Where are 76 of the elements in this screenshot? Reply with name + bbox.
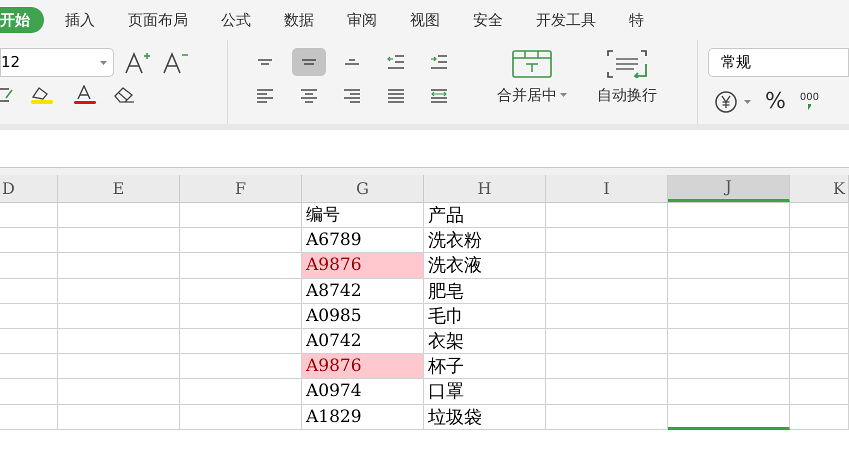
empty-cell <box>790 228 849 254</box>
border-icon[interactable] <box>0 86 14 104</box>
align-center-icon <box>298 89 319 103</box>
table-cell: A8742 <box>302 278 424 304</box>
empty-cell <box>790 354 849 380</box>
empty-cell <box>0 304 58 329</box>
column-header[interactable]: K <box>790 175 849 202</box>
align-top-icon <box>255 59 275 65</box>
ribbon-tab[interactable]: 插入 <box>53 6 107 34</box>
currency-icon[interactable] <box>714 90 738 114</box>
caret-icon <box>560 93 567 98</box>
empty-cell <box>790 404 849 430</box>
caret-icon <box>100 60 107 64</box>
column-header[interactable]: F <box>180 175 302 202</box>
table-cell: 产品 <box>424 203 546 228</box>
empty-cell <box>0 278 58 304</box>
column-header[interactable]: G <box>302 175 424 202</box>
empty-cell <box>790 304 849 329</box>
column-header[interactable]: D <box>0 175 58 202</box>
comma-icon <box>807 104 812 110</box>
ribbon-tab[interactable]: 特 <box>617 6 656 34</box>
column-header[interactable]: J <box>668 175 790 202</box>
column-header[interactable]: E <box>58 175 180 202</box>
text-wrap-icon <box>607 50 647 78</box>
merge-label: 合并居中 <box>497 85 557 106</box>
empty-cell <box>790 278 849 304</box>
number-format-field[interactable]: 常规 <box>708 48 849 77</box>
empty-cell <box>0 253 58 279</box>
align-indent-icon <box>429 55 450 69</box>
empty-cell <box>0 328 58 354</box>
empty-cell <box>0 404 58 430</box>
ribbon-tab[interactable]: 视图 <box>398 6 452 34</box>
align-distributed-icon <box>429 89 450 103</box>
ribbon-tab[interactable]: 页面布局 <box>116 6 200 34</box>
align-justify-icon <box>386 89 406 103</box>
auto-wrap-button[interactable]: 自动换行 <box>582 48 672 106</box>
align-left-icon <box>255 89 275 103</box>
font-color-icon[interactable] <box>72 85 98 105</box>
table-cell: 洗衣液 <box>424 253 546 279</box>
table-cell: A1829 <box>302 404 424 430</box>
table-cell: A0974 <box>302 379 424 404</box>
empty-cell <box>0 379 58 404</box>
font-size-field[interactable]: 12 <box>0 48 114 77</box>
ribbon-tab[interactable]: 开发工具 <box>524 6 608 34</box>
ribbon-tab[interactable]: 公式 <box>209 6 263 34</box>
table-cell: 洗衣粉 <box>424 228 546 254</box>
thousands-button[interactable]: 000 <box>800 93 819 110</box>
table-cell: 杯子 <box>424 354 546 380</box>
ribbon-tab[interactable]: 数据 <box>272 6 326 34</box>
increase-font-icon[interactable] <box>124 50 152 74</box>
decrease-font-icon[interactable] <box>162 50 190 74</box>
percent-button[interactable]: % <box>765 85 786 118</box>
align-right-icon <box>342 89 362 103</box>
column-header[interactable]: H <box>424 175 546 202</box>
caret-icon <box>744 100 751 104</box>
merge-center-button[interactable]: 合并居中 <box>482 48 582 106</box>
table-cell: 口罩 <box>424 379 546 404</box>
font-size-value: 12 <box>1 52 20 74</box>
ribbon-tab[interactable]: 安全 <box>461 6 515 34</box>
empty-cell <box>0 354 58 380</box>
alignment-button[interactable] <box>292 48 326 76</box>
merge-cells-icon <box>512 50 552 78</box>
table-cell: 毛巾 <box>424 304 546 329</box>
empty-cell <box>790 328 849 354</box>
table-cell: 衣架 <box>424 328 546 354</box>
table-cell: 垃圾袋 <box>424 404 546 430</box>
empty-cell <box>790 379 849 404</box>
table-cell: 编号 <box>302 203 424 228</box>
empty-cell <box>790 253 849 279</box>
table-cell: 肥皂 <box>424 278 546 304</box>
table-cell: A0985 <box>302 304 424 329</box>
ribbon-tab[interactable]: 审阅 <box>335 6 389 34</box>
align-outdent-icon <box>386 55 406 69</box>
table-cell: A9876 <box>302 354 424 380</box>
table-cell: A9876 <box>302 253 424 279</box>
empty-cell <box>0 228 58 254</box>
